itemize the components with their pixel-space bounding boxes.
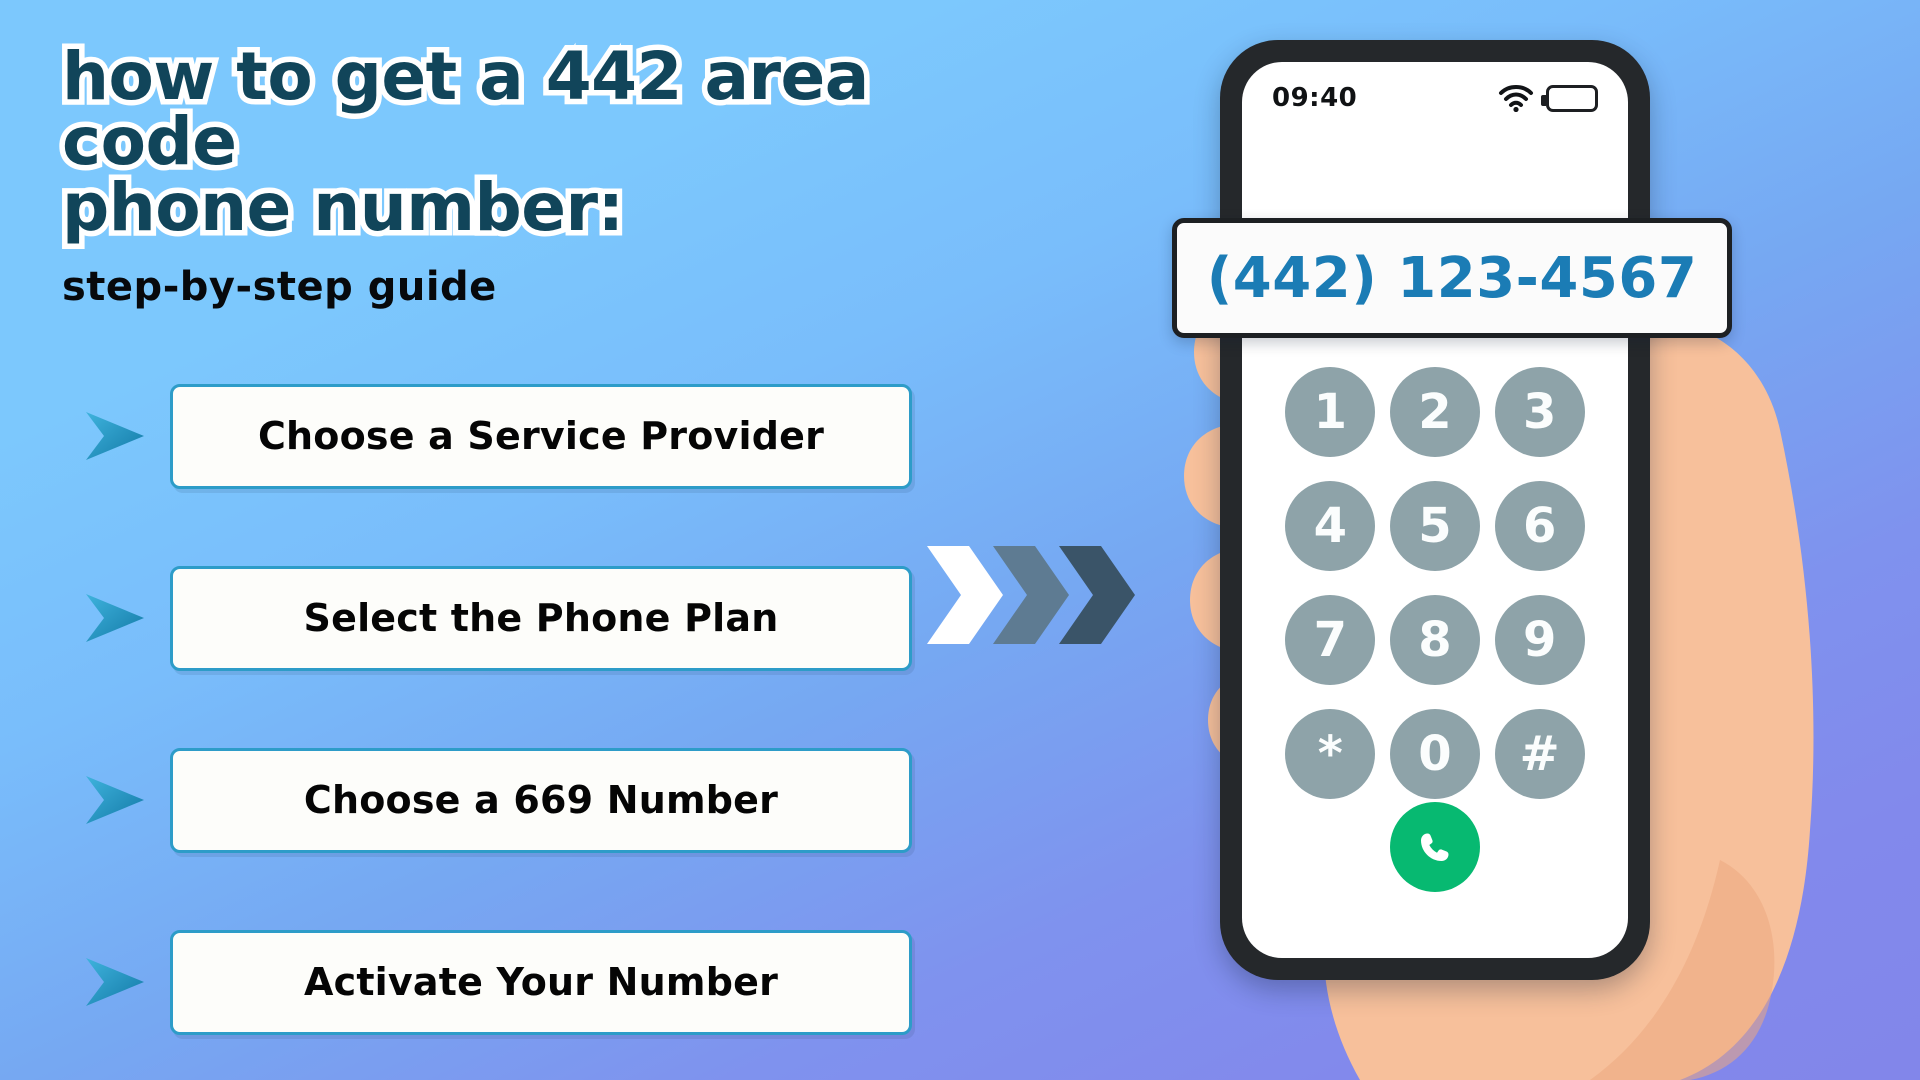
call-button[interactable] — [1390, 802, 1480, 892]
step-label: Choose a Service Provider — [257, 414, 825, 458]
dialpad-key-0[interactable]: 0 — [1389, 709, 1480, 799]
chevron-right-icon-2 — [993, 546, 1069, 644]
dialpad-key-2[interactable]: 2 — [1389, 367, 1480, 457]
list-item[interactable]: Activate Your Number — [82, 926, 912, 1038]
arrow-bullet-icon — [86, 958, 144, 1006]
status-bar: 09:40 — [1242, 62, 1628, 134]
step-label: Choose a 669 Number — [303, 778, 779, 822]
phone-screen: 09:40 1 2 3 4 5 6 7 8 9 * 0 # — [1242, 62, 1628, 958]
steps-list: Choose a Service Provider Select the Pho… — [82, 380, 912, 1080]
list-item[interactable]: Choose a Service Provider — [82, 380, 912, 492]
arrow-bullet-icon — [86, 776, 144, 824]
dialpad-key-hash[interactable]: # — [1494, 709, 1585, 799]
status-time: 09:40 — [1272, 83, 1358, 113]
dialpad-key-1[interactable]: 1 — [1285, 367, 1376, 457]
chevron-right-icon-1 — [927, 546, 1003, 644]
phone-scene: 09:40 1 2 3 4 5 6 7 8 9 * 0 # (442) 123-… — [1120, 0, 1920, 1080]
arrow-bullet-icon — [86, 412, 144, 460]
infographic-canvas: how to get a 442 area code phone number:… — [0, 0, 1920, 1080]
dialpad-key-4[interactable]: 4 — [1285, 481, 1376, 571]
page-title: how to get a 442 area code phone number: — [57, 38, 875, 246]
dialpad-key-9[interactable]: 9 — [1494, 595, 1585, 685]
chevron-group — [927, 546, 1135, 644]
step-box[interactable]: Select the Phone Plan — [170, 565, 912, 671]
battery-icon — [1541, 84, 1598, 112]
dialpad-key-3[interactable]: 3 — [1494, 367, 1585, 457]
arrow-bullet-icon — [86, 594, 144, 642]
smartphone-mockup: 09:40 1 2 3 4 5 6 7 8 9 * 0 # (442) 123-… — [1172, 40, 1732, 980]
phone-number-value: (442) 123-4567 — [1206, 245, 1698, 311]
step-label: Activate Your Number — [303, 960, 779, 1004]
wifi-icon — [1499, 85, 1533, 112]
dialpad-key-8[interactable]: 8 — [1389, 595, 1480, 685]
status-icons — [1498, 84, 1598, 112]
dialpad-key-star[interactable]: * — [1285, 709, 1376, 799]
dialpad-key-7[interactable]: 7 — [1285, 595, 1376, 685]
dialpad-key-5[interactable]: 5 — [1389, 481, 1480, 571]
dialpad: 1 2 3 4 5 6 7 8 9 * 0 # — [1242, 367, 1628, 799]
step-box[interactable]: Choose a Service Provider — [170, 383, 912, 489]
step-label: Select the Phone Plan — [303, 596, 779, 640]
step-box[interactable]: Activate Your Number — [170, 929, 912, 1035]
list-item[interactable]: Select the Phone Plan — [82, 562, 912, 674]
battery-nub — [1541, 94, 1546, 106]
phone-number-display: (442) 123-4567 — [1172, 218, 1732, 338]
list-item[interactable]: Choose a 669 Number — [82, 744, 912, 856]
page-subtitle: step-by-step guide — [62, 263, 497, 310]
dialpad-key-6[interactable]: 6 — [1494, 481, 1585, 571]
step-box[interactable]: Choose a 669 Number — [170, 747, 912, 853]
phone-handset-icon — [1421, 833, 1449, 861]
